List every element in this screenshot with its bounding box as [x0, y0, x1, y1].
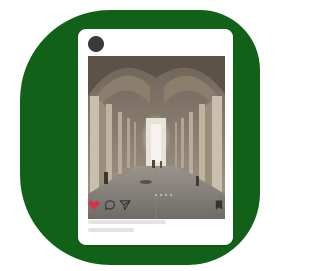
post-card — [78, 29, 233, 245]
social-post-illustration — [0, 0, 279, 271]
send-icon[interactable] — [119, 199, 131, 211]
comment-icon[interactable] — [104, 199, 116, 211]
carousel-indicator — [150, 194, 172, 196]
bookmark-icon[interactable] — [213, 199, 225, 211]
heart-icon[interactable] — [88, 199, 100, 211]
caption-placeholder-line — [88, 220, 166, 224]
carousel-dot[interactable] — [170, 194, 172, 196]
post-actions — [88, 199, 225, 213]
carousel-dot[interactable] — [155, 194, 157, 196]
carousel-dot[interactable] — [165, 194, 167, 196]
carousel-dot[interactable] — [160, 194, 162, 196]
avatar — [88, 36, 104, 52]
caption-placeholder-line — [88, 228, 134, 232]
carousel-dot[interactable] — [150, 194, 152, 196]
